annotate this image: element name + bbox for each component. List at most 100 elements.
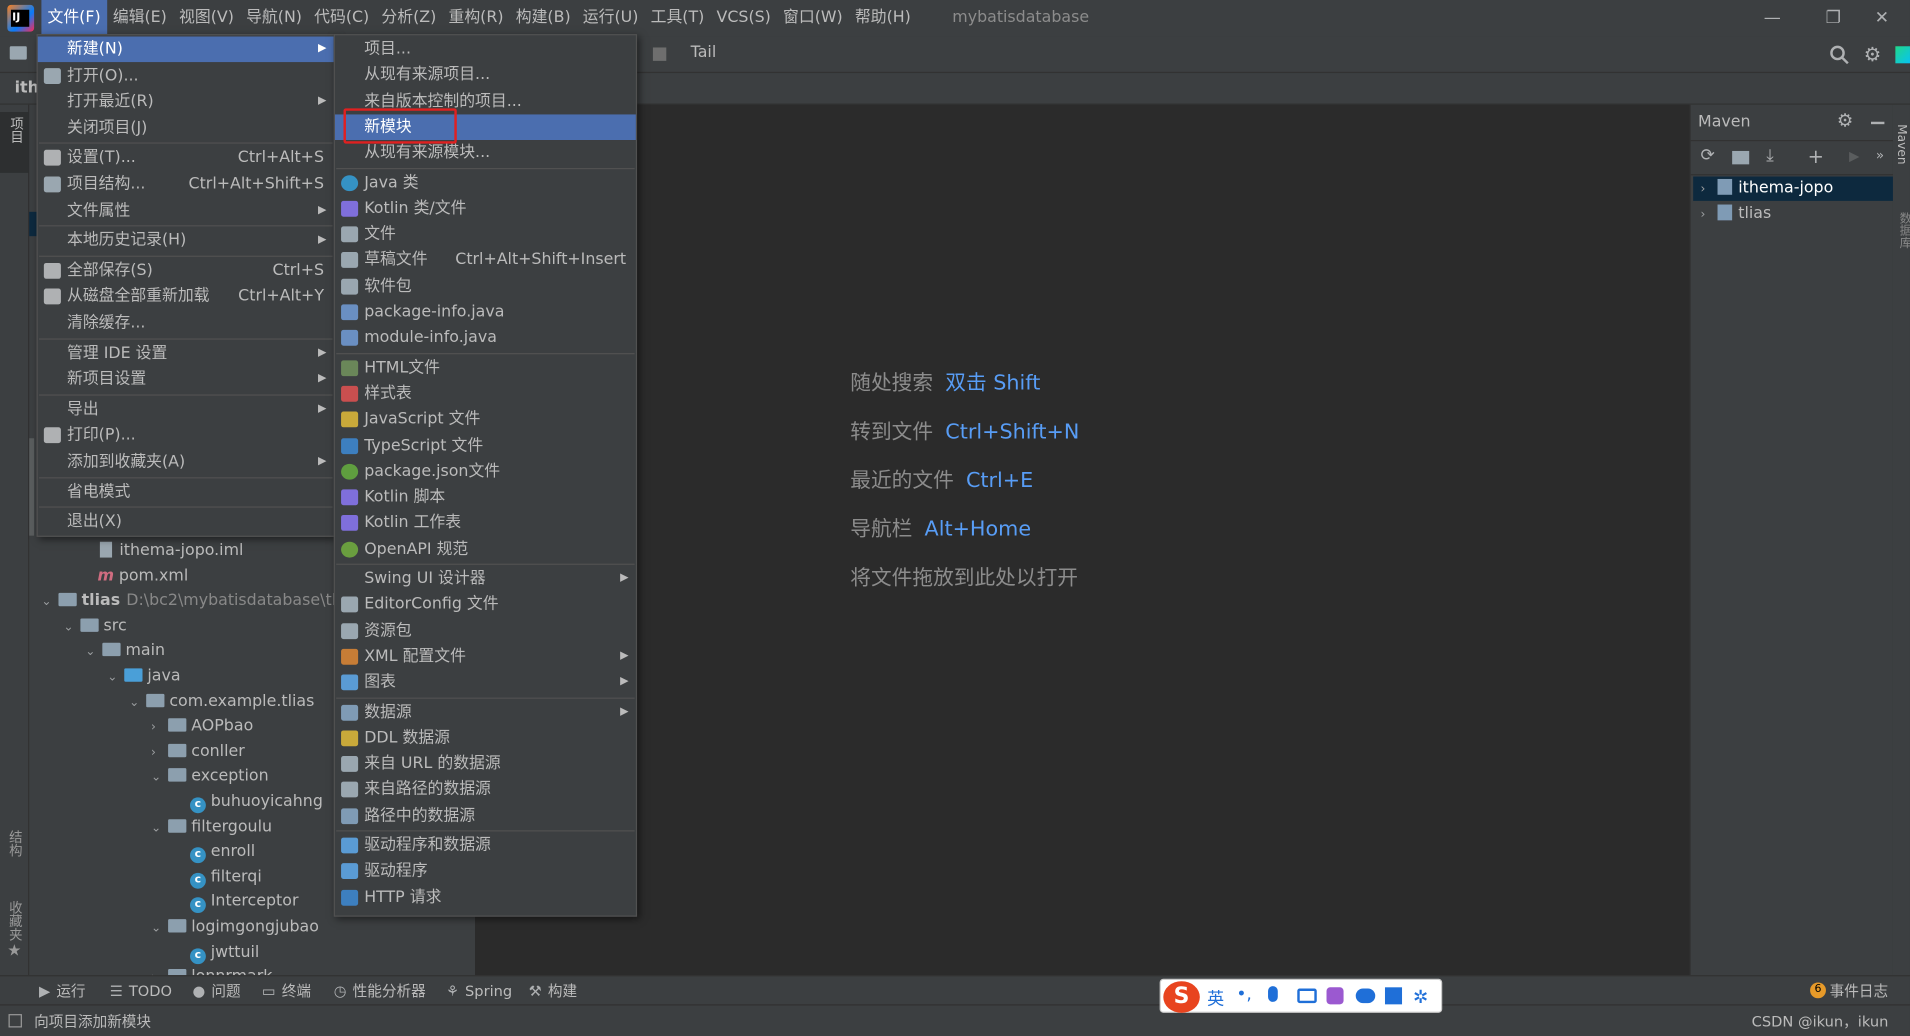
new-menu-item-32[interactable]: HTTP 请求: [335, 885, 636, 911]
tree-node[interactable]: c Interceptor: [173, 890, 298, 914]
file-menu-item-7[interactable]: 本地历史记录(H) ▶: [38, 228, 334, 254]
structure-tab[interactable]: 结构: [5, 830, 24, 857]
project-breadcrumb[interactable]: ith: [15, 79, 39, 97]
hint-shortcut[interactable]: Ctrl+E: [966, 469, 1033, 493]
bottom-tool-0[interactable]: ▶ 运行: [39, 976, 86, 1005]
new-menu-item-23[interactable]: XML 配置文件 ▶: [335, 644, 636, 670]
ime-settings-icon[interactable]: ✲: [1413, 986, 1428, 1008]
toggle-panels-icon[interactable]: [8, 1014, 22, 1028]
search-icon[interactable]: [1830, 45, 1849, 65]
new-menu-item-8[interactable]: 草稿文件 Ctrl+Alt+Shift+Insert: [335, 248, 636, 274]
new-menu-item-22[interactable]: 资源包: [335, 618, 636, 644]
menu-2[interactable]: 视图(V): [173, 0, 240, 37]
file-menu-item-10[interactable]: 清除缓存...: [38, 310, 334, 336]
menu-11[interactable]: 窗口(W): [777, 0, 849, 37]
maven-project-row[interactable]: › tlias: [1700, 202, 1771, 226]
tree-node[interactable]: m pom.xml: [80, 564, 188, 588]
new-menu-item-12[interactable]: HTML文件: [335, 355, 636, 381]
settings-gear-icon[interactable]: ⚙: [1864, 43, 1881, 66]
bottom-tool-1[interactable]: ☰ TODO: [110, 976, 172, 1005]
download-icon[interactable]: ⤓: [1766, 146, 1774, 165]
file-menu-item-1[interactable]: 打开(O)...: [38, 63, 334, 89]
new-menu-item-26[interactable]: DDL 数据源: [335, 725, 636, 751]
file-menu-item-3[interactable]: 关闭项目(J): [38, 115, 334, 141]
keyboard-icon[interactable]: [1297, 988, 1317, 1004]
hint-shortcut[interactable]: Ctrl+Shift+N: [945, 420, 1079, 444]
new-menu-item-19[interactable]: OpenAPI 规范: [335, 536, 636, 562]
new-menu-item-15[interactable]: TypeScript 文件: [335, 433, 636, 459]
maven-settings-gear-icon[interactable]: ⚙: [1837, 110, 1853, 132]
toolbox-grid-icon[interactable]: [1384, 987, 1403, 1005]
hide-panel-icon[interactable]: [1871, 121, 1885, 125]
bottom-tool-2[interactable]: ● 问题: [192, 976, 240, 1005]
new-menu-item-10[interactable]: package-info.java: [335, 299, 636, 325]
tree-node[interactable]: c filterqi: [173, 865, 262, 889]
microphone-icon[interactable]: [1268, 986, 1278, 1002]
new-menu-item-29[interactable]: 路径中的数据源: [335, 803, 636, 829]
maximize-button[interactable]: ❐: [1805, 0, 1861, 37]
stop-icon[interactable]: [652, 47, 667, 61]
event-log-button[interactable]: 事件日志: [1830, 976, 1888, 1005]
file-menu-item-17[interactable]: 退出(X): [38, 509, 334, 535]
tree-node[interactable]: ⌄ filtergoulu: [151, 815, 272, 839]
tail-button[interactable]: Tail: [691, 44, 717, 62]
new-menu-item-9[interactable]: 软件包: [335, 274, 636, 300]
file-menu-item-4[interactable]: 设置(T)... Ctrl+Alt+S: [38, 145, 334, 171]
tree-node[interactable]: ithema-jopo.iml: [83, 539, 243, 563]
plus-icon[interactable]: +: [1808, 145, 1824, 168]
file-menu-item-0[interactable]: 新建(N) ▶: [37, 36, 334, 63]
skin-icon[interactable]: [1326, 987, 1344, 1005]
menu-7[interactable]: 构建(B): [510, 0, 577, 37]
new-menu-item-7[interactable]: 文件: [335, 222, 636, 248]
new-menu-item-24[interactable]: 图表 ▶: [335, 670, 636, 696]
punctuation-icon[interactable]: •,: [1236, 985, 1251, 1004]
tree-node[interactable]: › conller: [151, 740, 245, 764]
tree-node[interactable]: ⌄ java: [107, 665, 180, 689]
menu-1[interactable]: 编辑(E): [107, 0, 173, 37]
maven-project-row[interactable]: › ithema-jopo: [1700, 177, 1833, 201]
bottom-tool-6[interactable]: ⚒ 构建: [529, 976, 577, 1005]
menu-5[interactable]: 分析(Z): [375, 0, 442, 37]
menu-9[interactable]: 工具(T): [645, 0, 711, 37]
new-menu-item-5[interactable]: Java 类: [335, 170, 636, 196]
menu-6[interactable]: 重构(R): [442, 0, 509, 37]
new-menu-item-11[interactable]: module-info.java: [335, 325, 636, 351]
file-menu-item-13[interactable]: 导出 ▶: [38, 397, 334, 423]
tree-node[interactable]: ⌄ tlias D:\bc2\mybatisdatabase\tlias: [41, 589, 358, 613]
tree-node[interactable]: c enroll: [173, 840, 255, 864]
tree-node[interactable]: › AOPbao: [151, 715, 253, 739]
favorites-tab[interactable]: 收藏夹: [5, 901, 24, 941]
file-menu-item-14[interactable]: 打印(P)...: [38, 423, 334, 449]
new-menu-item-20[interactable]: Swing UI 设计器 ▶: [335, 566, 636, 592]
add-maven-folder-icon[interactable]: [1732, 150, 1750, 165]
file-menu-item-2[interactable]: 打开最近(R) ▶: [38, 89, 334, 115]
minimize-button[interactable]: —: [1744, 0, 1800, 37]
new-menu-item-17[interactable]: Kotlin 脚本: [335, 485, 636, 511]
bottom-tool-3[interactable]: ▭ 终端: [262, 976, 311, 1005]
menu-3[interactable]: 导航(N): [240, 0, 308, 37]
tree-node[interactable]: c buhuoyicahng: [173, 790, 323, 814]
file-menu-item-12[interactable]: 新项目设置 ▶: [38, 367, 334, 393]
bottom-tool-5[interactable]: ⚘ Spring: [446, 976, 512, 1005]
close-button[interactable]: ✕: [1854, 0, 1910, 37]
menu-12[interactable]: 帮助(H): [849, 0, 917, 37]
new-menu-item-25[interactable]: 数据源 ▶: [335, 699, 636, 725]
new-menu-item-0[interactable]: 项目...: [335, 37, 636, 63]
hint-shortcut[interactable]: 双击 Shift: [945, 371, 1040, 395]
new-menu-item-18[interactable]: Kotlin 工作表: [335, 511, 636, 537]
new-menu-item-6[interactable]: Kotlin 类/文件: [335, 196, 636, 222]
new-menu-item-27[interactable]: 来自 URL 的数据源: [335, 751, 636, 777]
file-menu-item-16[interactable]: 省电模式: [38, 479, 334, 505]
toolbox-icon[interactable]: [1895, 46, 1910, 64]
reload-icon[interactable]: ⟳: [1700, 146, 1714, 165]
tree-node[interactable]: c jwttuil: [173, 941, 259, 965]
tree-node[interactable]: ⌄ src: [63, 615, 126, 639]
new-menu-item-30[interactable]: 驱动程序和数据源: [335, 833, 636, 859]
game-icon[interactable]: [1355, 988, 1376, 1004]
new-menu-item-21[interactable]: EditorConfig 文件: [335, 592, 636, 618]
menu-4[interactable]: 代码(C): [308, 0, 375, 37]
tree-node[interactable]: ⌄ main: [85, 640, 165, 664]
run-icon[interactable]: ▶: [1849, 149, 1859, 165]
open-folder-icon[interactable]: [9, 46, 27, 60]
ime-toolbar[interactable]: S 英 •, ✲: [1159, 978, 1443, 1013]
